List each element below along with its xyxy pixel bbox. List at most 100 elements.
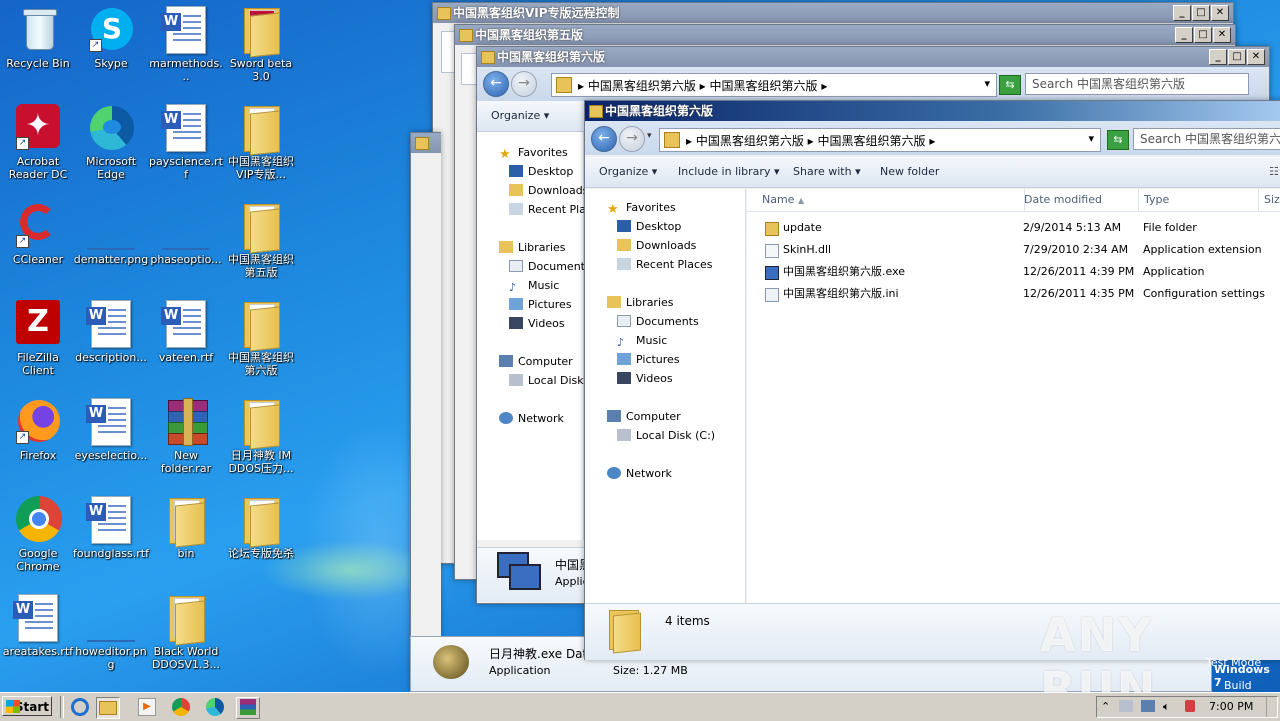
- table-row[interactable]: update 2/9/2014 5:13 AM File folder: [747, 217, 1280, 239]
- table-row[interactable]: SkinH.dll 7/29/2010 2:34 AM Application ex…: [747, 239, 1280, 261]
- nav-documents[interactable]: Documents: [617, 315, 699, 328]
- close-button[interactable]: ✕: [1247, 49, 1265, 65]
- close-button[interactable]: ✕: [1213, 27, 1231, 43]
- desktop-icon-vateen[interactable]: W vateen.rtf: [148, 300, 224, 364]
- desktop-icon-eyeselection[interactable]: W eyeselectio...: [73, 398, 149, 462]
- desktop-icon-firefox[interactable]: ↗ Firefox: [0, 398, 76, 462]
- nav-computer[interactable]: Computer: [607, 410, 681, 423]
- desktop-icon-foundglass[interactable]: W foundglass.rtf: [73, 496, 149, 560]
- nav-local-disk[interactable]: Local Disk (C:): [617, 429, 715, 442]
- column-header-name[interactable]: Name ▲: [757, 189, 1025, 211]
- nav-desktop[interactable]: Desktop: [509, 165, 573, 178]
- nav-favorites[interactable]: ★ Favorites: [499, 146, 568, 162]
- nav-local-disk[interactable]: Local Disk (: [509, 374, 591, 387]
- desktop-icon-payscience[interactable]: W payscience.rtf: [148, 104, 224, 181]
- minimize-button[interactable]: _: [1175, 27, 1193, 43]
- address-bar[interactable]: ▸ 中国黑客组织第六版 ▸ 中国黑客组织第六版 ▸ ▾: [659, 128, 1101, 152]
- nav-videos[interactable]: Videos: [509, 317, 565, 330]
- table-row[interactable]: 中国黑客组织第六版.ini 12/26/2011 4:35 PM Configura…: [747, 283, 1280, 305]
- desktop-icon-new-folder-rar[interactable]: New folder.rar: [148, 398, 224, 475]
- nav-videos[interactable]: Videos: [617, 372, 673, 385]
- column-header-type[interactable]: Type: [1139, 189, 1259, 211]
- include-in-library-button[interactable]: Include in library ▾: [678, 157, 779, 187]
- tray-expand-icon[interactable]: ⌃: [1101, 697, 1110, 717]
- back-button[interactable]: ←: [591, 126, 617, 152]
- app-taskbar-button[interactable]: [236, 697, 260, 719]
- window-title-bar[interactable]: 中国黑客组织第六版 _ □ ✕: [477, 47, 1269, 67]
- desktop-icon-skype[interactable]: S ↗ Skype: [73, 6, 149, 70]
- nav-music[interactable]: ♪ Music: [509, 279, 559, 294]
- back-button[interactable]: ←: [483, 71, 509, 97]
- nav-downloads[interactable]: Downloads: [509, 184, 588, 197]
- clock[interactable]: 7:00 PM: [1209, 697, 1253, 717]
- nav-favorites[interactable]: ★ Favorites: [607, 201, 676, 217]
- nav-downloads[interactable]: Downloads: [617, 239, 696, 252]
- window-title-bar[interactable]: 中国黑客组织第六版: [585, 101, 1280, 121]
- table-row[interactable]: 中国黑客组织第六版.exe 12/26/2011 4:39 PM Applicati…: [747, 261, 1280, 283]
- breadcrumb[interactable]: ▸ 中国黑客组织第六版 ▸ 中国黑客组织第六版 ▸: [686, 132, 935, 149]
- media-player-icon[interactable]: ▶: [136, 697, 158, 717]
- search-input[interactable]: Search 中国黑客组织第六版: [1025, 73, 1249, 95]
- maximize-button[interactable]: □: [1194, 27, 1212, 43]
- window-title-bar[interactable]: [411, 133, 441, 153]
- nav-recent[interactable]: Recent Places: [617, 258, 713, 271]
- desktop-icon-phaseoption[interactable]: phaseoptio...: [148, 202, 224, 266]
- network-icon[interactable]: [1141, 700, 1155, 712]
- chevron-down-icon[interactable]: ▾: [1088, 132, 1094, 145]
- desktop-icon-howeditor[interactable]: howeditor.png: [73, 594, 149, 671]
- nav-music[interactable]: ♪ Music: [617, 334, 667, 349]
- nav-documents[interactable]: Documents: [509, 260, 591, 273]
- breadcrumb[interactable]: ▸ 中国黑客组织第六版 ▸ 中国黑客组织第六版 ▸: [578, 77, 827, 94]
- refresh-icon[interactable]: ⇆: [999, 75, 1021, 95]
- recent-pages-dropdown[interactable]: ▾: [647, 131, 652, 141]
- nav-recent[interactable]: Recent Plac: [509, 203, 592, 216]
- chrome-icon[interactable]: [170, 697, 192, 717]
- nav-computer[interactable]: Computer: [499, 355, 573, 368]
- action-center-icon[interactable]: [1119, 700, 1133, 712]
- share-with-button[interactable]: Share with ▾: [793, 157, 861, 187]
- desktop-icon-areatakes[interactable]: W areatakes.rtf: [0, 594, 76, 658]
- desktop-icon-ccleaner[interactable]: ↗ CCleaner: [0, 202, 76, 266]
- desktop-icon-marmethods[interactable]: W marmethods...: [148, 6, 224, 83]
- nav-libraries[interactable]: Libraries: [607, 296, 674, 309]
- nav-desktop[interactable]: Desktop: [617, 220, 681, 233]
- minimize-button[interactable]: _: [1173, 5, 1191, 21]
- start-button[interactable]: Start: [2, 696, 52, 716]
- column-header-size[interactable]: Size: [1259, 189, 1280, 211]
- maximize-button[interactable]: □: [1228, 49, 1246, 65]
- nav-pictures[interactable]: Pictures: [617, 353, 680, 366]
- new-folder-button[interactable]: New folder: [880, 157, 939, 187]
- window-title-bar[interactable]: 中国黑客组织VIP专版远程控制 _ □ ✕: [433, 3, 1233, 23]
- chevron-down-icon[interactable]: ▾: [984, 77, 990, 90]
- desktop-icon-description[interactable]: W description...: [73, 300, 149, 364]
- forward-button[interactable]: →: [619, 126, 645, 152]
- refresh-icon[interactable]: ⇆: [1107, 130, 1129, 150]
- desktop-icon-recycle-bin[interactable]: Recycle Bin: [0, 6, 76, 70]
- nav-libraries[interactable]: Libraries: [499, 241, 566, 254]
- security-alert-icon[interactable]: [1185, 700, 1195, 712]
- desktop-icon-sword-beta[interactable]: Sword beta 3.0: [223, 6, 299, 83]
- desktop-icon-sixth-folder[interactable]: 中国黑客组织第六版: [223, 300, 299, 377]
- explorer-taskbar-button[interactable]: [96, 697, 120, 719]
- window-sixth-front[interactable]: 中国黑客组织第六版 ← → ▾ ▸ 中国黑客组织第六版 ▸ 中国黑客组织第六版 …: [584, 100, 1280, 660]
- desktop-icon-dematter[interactable]: dematter.png: [73, 202, 149, 266]
- forward-button[interactable]: →: [511, 71, 537, 97]
- desktop-icon-filezilla[interactable]: Z FileZilla Client: [0, 300, 76, 377]
- desktop-icon-vip-folder[interactable]: 中国黑客组织VIP专版...: [223, 104, 299, 181]
- desktop-icon-chrome[interactable]: Google Chrome: [0, 496, 76, 573]
- nav-network[interactable]: Network: [499, 412, 564, 425]
- maximize-button[interactable]: □: [1192, 5, 1210, 21]
- desktop-icon-riyue-folder[interactable]: 日月神教 IM DDOS压力...: [223, 398, 299, 475]
- close-button[interactable]: ✕: [1211, 5, 1229, 21]
- desktop-icon-fifth-folder[interactable]: 中国黑客组织第五版: [223, 202, 299, 279]
- column-header-date[interactable]: Date modified: [1019, 189, 1139, 211]
- view-options-icon[interactable]: ☷: [1269, 157, 1279, 187]
- organize-button[interactable]: Organize ▾: [599, 157, 657, 187]
- search-input[interactable]: Search 中国黑客组织第六版: [1133, 128, 1280, 150]
- address-bar[interactable]: ▸ 中国黑客组织第六版 ▸ 中国黑客组织第六版 ▸ ▾: [551, 73, 997, 97]
- window-title-bar[interactable]: 中国黑客组织第五版 _ □ ✕: [455, 25, 1235, 45]
- window-partial[interactable]: [410, 132, 441, 692]
- show-desktop-button[interactable]: [1266, 697, 1277, 717]
- nav-pictures[interactable]: Pictures: [509, 298, 572, 311]
- volume-icon[interactable]: 🔈︎: [1163, 697, 1170, 717]
